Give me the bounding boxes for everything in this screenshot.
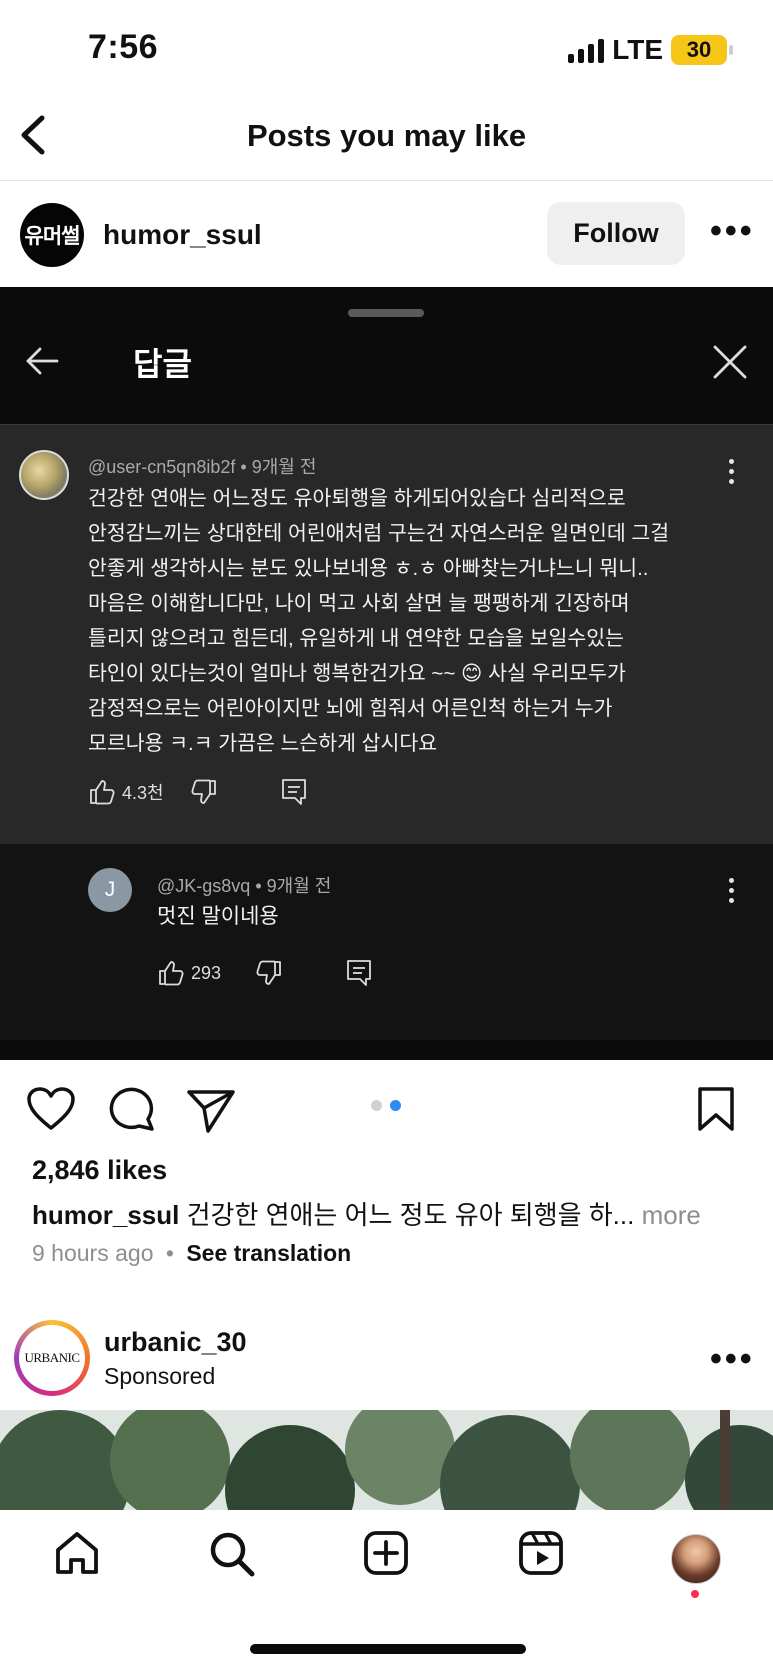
reply-more-icon xyxy=(728,878,734,903)
reply-actions: 293 xyxy=(157,958,373,988)
reply-likes: 293 xyxy=(191,962,222,983)
back-arrow-icon xyxy=(26,347,59,375)
battery-level: 30 xyxy=(686,37,712,62)
carousel-dot xyxy=(371,1100,382,1111)
comment-handle: @user-cn5qn8ib2f xyxy=(88,457,236,477)
reply-handle: @JK-gs8vq xyxy=(157,876,251,896)
profile-avatar[interactable] xyxy=(671,1534,721,1584)
reply-avatar: J xyxy=(88,868,132,912)
post-media[interactable]: 답글 @user-cn5qn8ib2f • 9개월 전 건강한 연애는 어느정도… xyxy=(0,287,773,1060)
status-time: 7:56 xyxy=(88,28,159,66)
sponsored-label: Sponsored xyxy=(104,1363,216,1389)
close-icon xyxy=(713,345,747,379)
create-icon[interactable] xyxy=(363,1530,409,1576)
sponsor-avatar[interactable]: URBANIC xyxy=(14,1320,90,1396)
meta-separator: • xyxy=(240,457,247,477)
save-bookmark-icon[interactable] xyxy=(696,1086,736,1132)
likes-count[interactable]: 2,846 likes xyxy=(32,1155,167,1186)
author-username[interactable]: humor_ssul xyxy=(103,219,262,251)
comment-icon[interactable] xyxy=(108,1086,156,1132)
status-indicators: LTE 30 xyxy=(568,34,733,66)
comment-more-icon xyxy=(728,459,734,484)
reply-comment-icon xyxy=(347,960,371,986)
caption-more-link[interactable]: more xyxy=(642,1200,701,1230)
author-avatar[interactable]: 유머썰 xyxy=(20,203,84,267)
meta-separator: • xyxy=(255,876,262,896)
reels-icon[interactable] xyxy=(518,1530,564,1576)
thumbs-up-icon xyxy=(90,780,115,805)
time-separator: • xyxy=(165,1240,174,1266)
post-time-line: 9 hours ago • See translation xyxy=(32,1240,351,1267)
thumbs-up-icon xyxy=(159,961,184,986)
post-caption: humor_ssul 건강한 연애는 어느 정도 유아 퇴행을 하... mor… xyxy=(32,1195,701,1232)
home-indicator xyxy=(250,1644,526,1654)
sponsor-avatar-text: URBANIC xyxy=(24,1350,80,1365)
sponsored-photo[interactable] xyxy=(0,1410,773,1510)
replies-title: 답글 xyxy=(133,346,192,382)
header-divider xyxy=(0,180,773,181)
reply-comment-icon xyxy=(281,779,306,805)
carousel-indicator xyxy=(371,1100,401,1111)
top-comment: @user-cn5qn8ib2f • 9개월 전 건강한 연애는 어느정도 유아… xyxy=(0,424,773,845)
post-more-options-icon[interactable]: ••• xyxy=(710,212,755,251)
caption-username[interactable]: humor_ssul xyxy=(32,1200,179,1230)
reply-time: 9개월 전 xyxy=(266,876,332,896)
network-label: LTE xyxy=(612,34,663,65)
reply-avatar-letter: J xyxy=(104,878,116,901)
thumbs-down-icon xyxy=(256,960,281,985)
carousel-dot-active xyxy=(390,1100,401,1111)
signal-icon xyxy=(568,37,605,63)
sheet-handle xyxy=(348,309,424,317)
search-icon[interactable] xyxy=(208,1530,256,1578)
home-icon[interactable] xyxy=(54,1530,100,1576)
battery-icon: 30 xyxy=(671,35,733,65)
reply-text: 멋진 말이네용 xyxy=(157,905,279,928)
post-time: 9 hours ago xyxy=(32,1240,154,1266)
comment-likes: 4.3천 xyxy=(122,783,164,803)
tree-foliage-image xyxy=(0,1410,773,1510)
notification-dot xyxy=(691,1590,699,1598)
reply-meta: @JK-gs8vq • 9개월 전 xyxy=(157,872,331,898)
sponsor-more-options-icon[interactable]: ••• xyxy=(710,1340,755,1379)
commenter-avatar xyxy=(19,450,69,500)
see-translation-link[interactable]: See translation xyxy=(186,1240,351,1266)
follow-button[interactable]: Follow xyxy=(547,202,685,265)
comment-meta: @user-cn5qn8ib2f • 9개월 전 xyxy=(88,453,316,479)
sponsor-username[interactable]: urbanic_30 xyxy=(104,1327,247,1358)
page-title: Posts you may like xyxy=(246,118,527,153)
reply-comment: J @JK-gs8vq • 9개월 전 멋진 말이네용 293 xyxy=(0,844,773,1040)
like-heart-icon[interactable] xyxy=(26,1086,76,1132)
comment-time: 9개월 전 xyxy=(251,457,317,477)
comment-actions: 4.3천 xyxy=(88,777,308,807)
caption-text: 건강한 연애는 어느 정도 유아 퇴행을 하... xyxy=(186,1200,635,1230)
share-send-icon[interactable] xyxy=(186,1088,236,1134)
author-avatar-text: 유머썰 xyxy=(24,225,81,248)
comment-text: 건강한 연애는 어느정도 유아퇴행을 하게되어있습다 심리적으로 안정감느끼는 … xyxy=(88,487,670,755)
thumbs-down-icon xyxy=(191,779,216,804)
